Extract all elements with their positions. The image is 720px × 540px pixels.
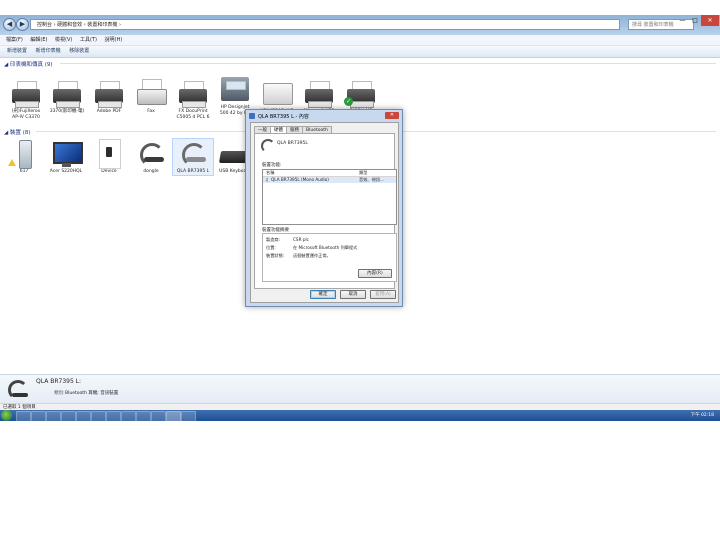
taskbar: 下午 02:18	[0, 410, 720, 421]
printers-group-header[interactable]: ◢ 印表機和傳真 (9)	[4, 60, 53, 68]
cancel-button[interactable]: 取消	[340, 290, 366, 299]
functions-list[interactable]: 名稱 類型 ♫ QLA BR7395L (Mono Audio) 音效、視訊..…	[262, 169, 397, 225]
device-acer-monitor[interactable]: Acer S220HQL	[46, 139, 86, 175]
audio-icon: ♫	[265, 177, 269, 182]
location-value: 在 Microsoft Bluetooth 列舉程式	[293, 245, 358, 250]
printer-icon	[50, 79, 84, 109]
default-check-icon: ✓	[344, 97, 353, 106]
dialog-close-button[interactable]: ✕	[385, 112, 399, 119]
status-key: 裝置狀態:	[266, 253, 285, 258]
system-clock[interactable]: 下午 02:18	[691, 411, 714, 420]
printer-icon	[92, 79, 126, 109]
hardware-panel: QLA BR7395L 裝置功能: 名稱 類型 ♫ QLA BR7395L (M…	[254, 133, 397, 289]
add-printer-button[interactable]: 新增印表機	[36, 46, 61, 57]
start-button[interactable]	[1, 410, 12, 421]
menu-edit[interactable]: 編輯(E)	[30, 35, 47, 45]
explorer-window: ◀ ▶ 控制台 › 硬體和音效 › 裝置和印表機 › 搜尋 裝置和印表機 — □…	[0, 15, 720, 421]
properties-dialog: QLA BR7395 L - 內容 ✕ 一般 硬體 服務 Bluetooth QLA …	[245, 109, 403, 307]
detail-device-name: QLA BR7395 L:	[36, 378, 82, 385]
warning-icon	[8, 159, 16, 166]
printer-adobe-pdf[interactable]: Adobe PDF	[89, 79, 129, 115]
properties-button[interactable]: 內容(R)	[358, 269, 392, 278]
taskbar-app-icon[interactable]	[181, 411, 196, 421]
printer-icon	[9, 79, 43, 109]
location-key: 位置:	[266, 245, 276, 250]
device-icon	[92, 139, 126, 169]
printer-fujixerox[interactable]: (刑)FujiXerox AP-IV C3370	[6, 79, 46, 121]
taskbar-app-icon[interactable]	[91, 411, 106, 421]
command-bar: 新增裝置 新增印表機 移除裝置	[0, 46, 720, 58]
headset-icon	[8, 380, 28, 400]
column-type[interactable]: 類型	[359, 170, 367, 176]
forward-button[interactable]: ▶	[16, 18, 29, 31]
detail-category-value: Bluetooth 耳機; 音訊裝置	[65, 391, 119, 396]
dialog-tabs: 一般 硬體 服務 Bluetooth	[254, 126, 332, 134]
menu-help[interactable]: 說明(H)	[105, 35, 123, 45]
device-qla-headset[interactable]: QLA BR7395 L	[172, 138, 214, 176]
fax-icon	[134, 79, 168, 109]
printer-icon: ✓	[344, 79, 378, 109]
title-bar: ◀ ▶ 控制台 › 硬體和音效 › 裝置和印表機 › 搜尋 裝置和印表機 — □…	[0, 15, 720, 35]
taskbar-devices-window[interactable]	[166, 411, 181, 421]
monitor-icon	[49, 139, 83, 169]
ok-button[interactable]: 確定	[310, 290, 336, 299]
functions-label: 裝置功能:	[262, 163, 282, 168]
headset-icon	[261, 139, 275, 153]
menu-bar: 檔案(F) 編輯(E) 檢視(V) 工具(T) 說明(H)	[0, 35, 720, 46]
menu-file[interactable]: 檔案(F)	[6, 35, 23, 45]
device-generic[interactable]: Device	[89, 139, 129, 175]
menu-view[interactable]: 檢視(V)	[55, 35, 72, 45]
taskbar-folder-icon[interactable]	[31, 411, 46, 421]
taskbar-app-icon[interactable]	[61, 411, 76, 421]
maximize-button[interactable]: □	[689, 15, 701, 26]
close-button[interactable]: ✕	[701, 15, 719, 26]
manufacturer-value: CSR plc	[293, 237, 309, 242]
device-name: QLA BR7395L	[277, 141, 308, 146]
taskbar-app-icon[interactable]	[151, 411, 166, 421]
menu-tools[interactable]: 工具(T)	[80, 35, 97, 45]
bluetooth-icon	[249, 113, 255, 119]
device-phone-617[interactable]: 617	[4, 139, 44, 175]
taskbar-app-icon[interactable]	[76, 411, 91, 421]
printer-icon	[260, 79, 294, 109]
printer-fax[interactable]: Fax	[131, 79, 171, 115]
remove-device-button[interactable]: 移除裝置	[69, 46, 89, 57]
status-value: 這個裝置運作正常。	[293, 253, 331, 258]
detail-category-label: 類別:	[54, 391, 65, 396]
apply-button[interactable]: 套用(A)	[370, 290, 396, 299]
device-dongle[interactable]: dongle	[131, 139, 171, 175]
summary-box: 製造商: CSR plc 位置: 在 Microsoft Bluetooth 列…	[262, 233, 397, 282]
taskbar-media-icon[interactable]	[46, 411, 61, 421]
list-item[interactable]: ♫ QLA BR7395L (Mono Audio) 音效、視訊...	[263, 177, 396, 183]
taskbar-app-icon[interactable]	[136, 411, 151, 421]
column-name[interactable]: 名稱	[266, 170, 274, 176]
add-device-button[interactable]: 新增裝置	[7, 46, 27, 57]
manufacturer-key: 製造商:	[266, 237, 280, 242]
printer-icon	[176, 79, 210, 109]
dialog-title: QLA BR7395 L - 內容	[258, 114, 309, 120]
details-pane: QLA BR7395 L: 類別: Bluetooth 耳機; 音訊裝置	[0, 374, 720, 404]
devices-group-header[interactable]: ◢ 裝置 (8)	[4, 128, 31, 136]
headset-icon	[176, 139, 210, 169]
headset-base	[12, 393, 28, 397]
plotter-icon	[218, 75, 252, 105]
address-bar[interactable]: 控制台 › 硬體和音效 › 裝置和印表機 ›	[30, 19, 620, 30]
status-bar: 已選取 1 個項目	[0, 403, 720, 410]
taskbar-app-icon[interactable]	[121, 411, 136, 421]
group-divider	[60, 63, 716, 64]
taskbar-app-icon[interactable]	[106, 411, 121, 421]
back-button[interactable]: ◀	[3, 18, 16, 31]
list-header: 名稱 類型	[263, 170, 396, 177]
dialog-body: 一般 硬體 服務 Bluetooth QLA BR7395L 裝置功能: 名稱 類型 …	[250, 122, 399, 303]
minimize-button[interactable]: —	[676, 15, 689, 26]
printer-3370[interactable]: 3370(影印機-電)	[47, 79, 87, 115]
printer-icon	[302, 79, 336, 109]
printer-fx-docuprint[interactable]: FX DocuPrint C5005 d PCL 6	[173, 79, 213, 121]
taskbar-ie-icon[interactable]	[16, 411, 31, 421]
phone-icon	[7, 139, 41, 169]
headset-icon	[134, 139, 168, 169]
